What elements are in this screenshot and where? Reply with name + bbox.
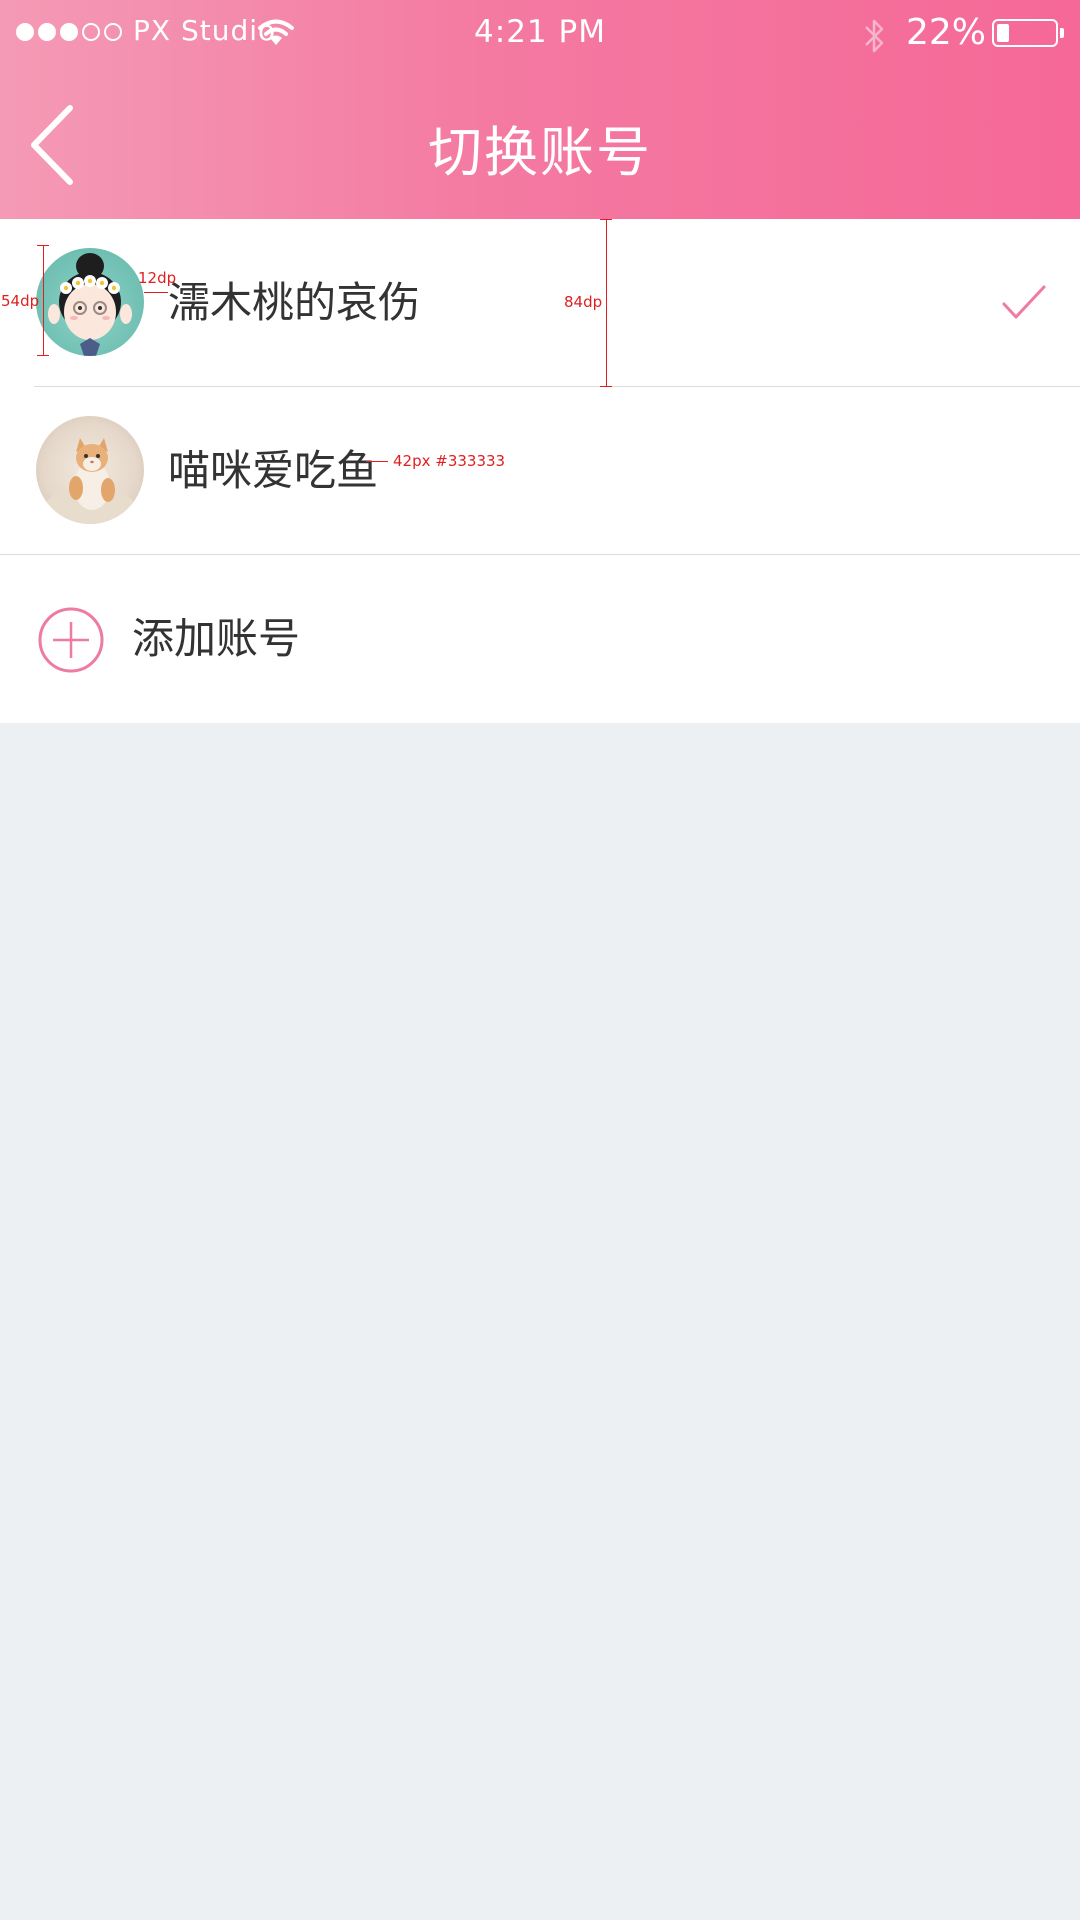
annotation-line bbox=[37, 245, 49, 246]
battery-level bbox=[997, 24, 1009, 42]
battery-tip bbox=[1060, 28, 1064, 38]
checkmark-icon bbox=[1002, 285, 1046, 325]
account-name: 濡木桃的哀伤 bbox=[168, 278, 421, 327]
plus-circle-icon bbox=[38, 607, 104, 673]
switch-account-screen: PX Studio 4:21 PM 22% 切换账号 濡木桃的哀伤 喵咪爱吃鱼 … bbox=[0, 0, 1080, 1920]
annotation-line bbox=[600, 386, 612, 387]
annotation-line bbox=[144, 292, 168, 293]
annotation-name-font: 42px #333333 bbox=[393, 452, 506, 470]
battery-percent: 22% bbox=[906, 12, 987, 53]
bluetooth-icon bbox=[862, 16, 886, 60]
battery-icon bbox=[992, 19, 1058, 47]
annotation-line bbox=[43, 245, 44, 355]
annotation-line bbox=[606, 219, 607, 387]
page-title: 切换账号 bbox=[428, 121, 652, 184]
account-row-1[interactable]: 濡木桃的哀伤 bbox=[0, 219, 1080, 387]
avatar bbox=[36, 416, 144, 524]
annotation-line bbox=[600, 219, 612, 220]
account-list: 濡木桃的哀伤 喵咪爱吃鱼 添加账号 bbox=[0, 219, 1080, 723]
add-account-row[interactable]: 添加账号 bbox=[0, 555, 1080, 723]
avatar bbox=[36, 248, 144, 356]
annotation-line bbox=[37, 355, 49, 356]
annotation-avatar-gap: 12dp bbox=[138, 269, 177, 287]
add-account-label: 添加账号 bbox=[132, 614, 301, 663]
account-row-2[interactable]: 喵咪爱吃鱼 bbox=[0, 387, 1080, 555]
status-bar: PX Studio 4:21 PM 22% bbox=[0, 0, 1080, 66]
annotation-line bbox=[366, 461, 388, 462]
annotation-avatar-size: 54dp bbox=[1, 292, 40, 310]
header: PX Studio 4:21 PM 22% 切换账号 bbox=[0, 0, 1080, 219]
account-name: 喵咪爱吃鱼 bbox=[168, 446, 379, 495]
annotation-row-height: 84dp bbox=[564, 293, 603, 311]
